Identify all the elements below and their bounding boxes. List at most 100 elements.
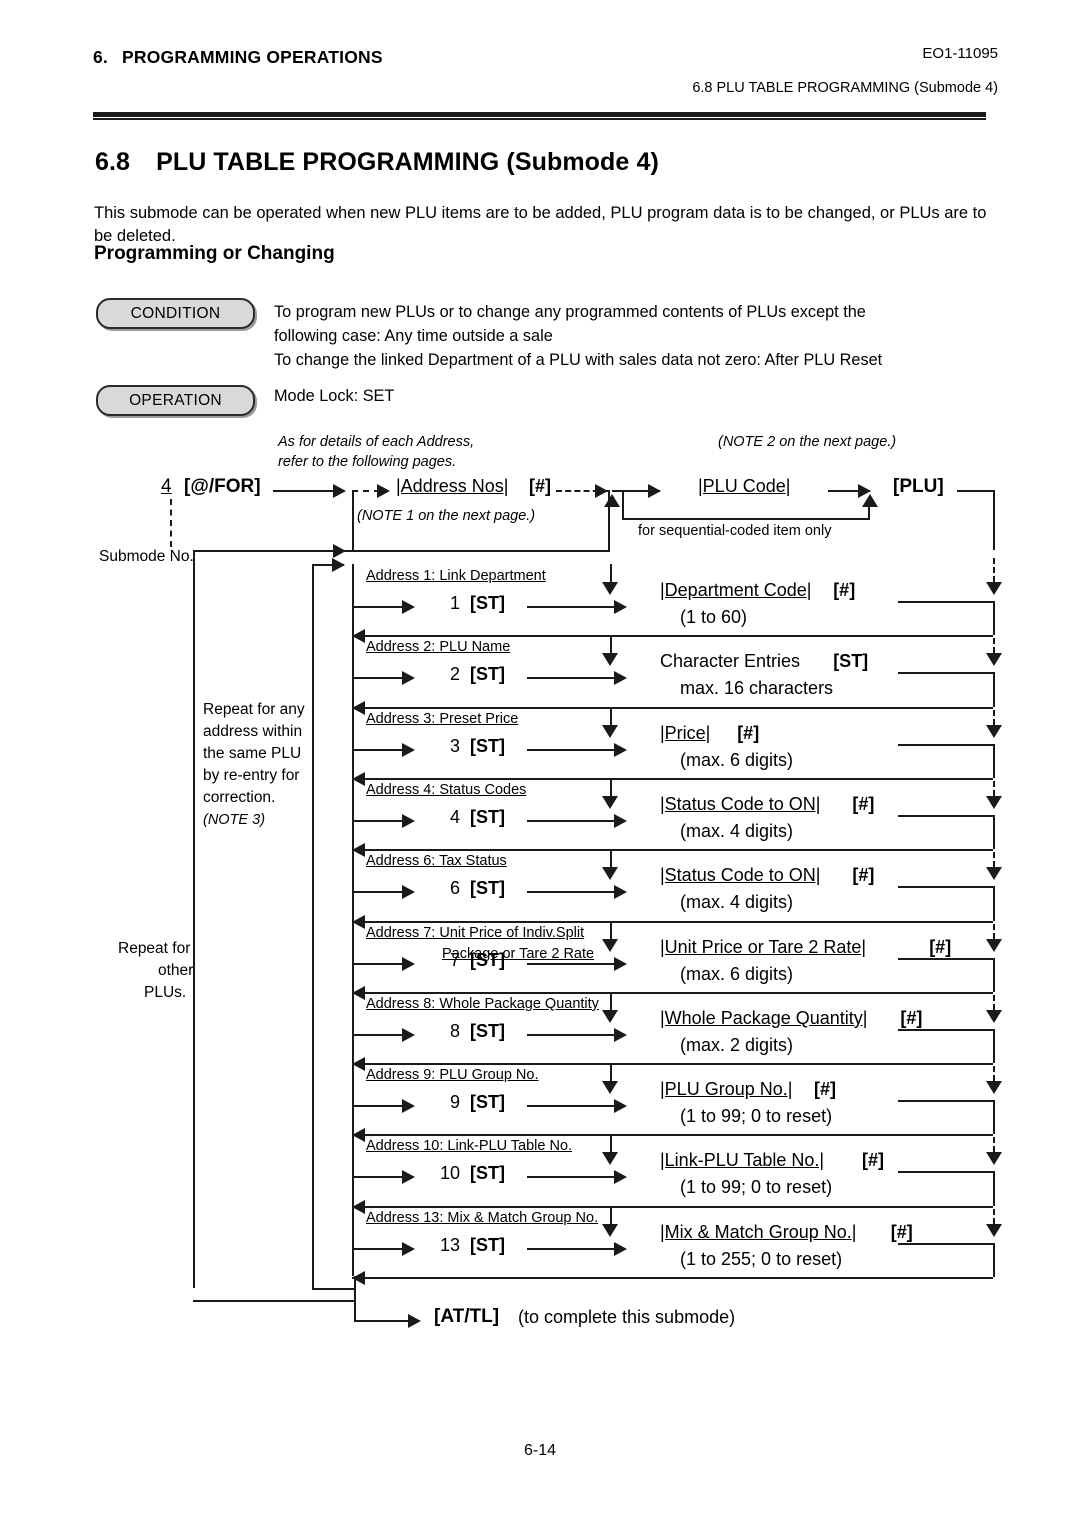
entry-range: (1 to 99; 0 to reset) [680, 1177, 833, 1198]
arrow-down-icon [602, 582, 618, 595]
plu-key: [PLU] [893, 476, 944, 497]
condition-line-1: To program new PLUs or to change any pro… [274, 303, 866, 321]
arrow-down-icon [986, 653, 1002, 667]
arrow-right-icon [614, 600, 627, 614]
arrow-right-icon [614, 671, 627, 686]
arrow-down-icon [986, 582, 1002, 595]
address-label-cont: Package or Tare 2 Rate [442, 945, 595, 962]
right-trunk-segment [993, 1242, 995, 1277]
section-number: 6.8 [95, 148, 131, 176]
row-stub-to-trunk [898, 886, 993, 889]
entry-key: [#] [814, 1079, 836, 1100]
arrow-right-icon [402, 885, 415, 900]
address-number: 7 [450, 949, 461, 970]
entry-key: [#] [833, 580, 856, 600]
address-label: Address 10: Link-PLU Table No. [366, 1138, 573, 1155]
entry-range: (max. 6 digits) [680, 749, 794, 770]
header-rule [93, 112, 986, 117]
plu-repeat-rail-vertical [193, 550, 195, 1288]
arrow-right-icon [332, 558, 345, 572]
right-trunk-dash [993, 1057, 995, 1082]
page-number: 6-14 [523, 1442, 557, 1459]
arrow-right-icon [614, 742, 627, 757]
address-detail-note-line2: refer to the following pages. [278, 454, 457, 470]
row-stub-to-trunk [898, 672, 993, 675]
address-group-left-edge [352, 490, 354, 552]
row-stub-to-trunk [898, 743, 993, 746]
right-trunk-dash [993, 1128, 995, 1153]
condition-line-2: following case: Any time outside a sale [274, 327, 553, 346]
arrow-down-icon [986, 724, 1002, 738]
address-number: 8 [450, 1020, 461, 1041]
arrow-down-icon [602, 1223, 618, 1237]
entry-key: [#] [852, 793, 875, 814]
row-return-rail [352, 991, 993, 994]
address-return-rail [193, 550, 355, 552]
entry-label: |Unit Price or Tare 2 Rate| [660, 936, 867, 957]
arrow-right-icon [402, 813, 415, 828]
entry-range: (max. 4 digits) [680, 820, 794, 841]
arrow-left-icon [352, 1199, 365, 1214]
entry-label: |Whole Package Quantity| [660, 1007, 868, 1028]
arrow-left-icon [352, 1128, 365, 1143]
row-return-rail [352, 1134, 993, 1137]
entry-key: [#] [862, 1150, 884, 1171]
st-key: [ST] [470, 878, 505, 899]
st-key: [ST] [470, 593, 505, 613]
repeat-address-line-5: correction. [203, 789, 276, 806]
manual-page: 6. PROGRAMMING OPERATIONS EO1-11095 6.8 P… [0, 0, 1080, 1525]
repeat-address-line-4: by re-entry for [203, 767, 300, 784]
entry-label: |Status Code to ON| [660, 865, 821, 886]
arrow-right-icon [402, 1027, 415, 1042]
address-number: 10 [440, 1163, 461, 1184]
repeat-plu-line-3: PLUs. [144, 984, 187, 1001]
address-rail-close [312, 1288, 356, 1290]
arrow-left-icon [352, 700, 365, 715]
repeat-address-note3: (NOTE 3) [203, 812, 266, 828]
document-code: EO1-11095 [922, 45, 998, 62]
plu-code-label: |PLU Code| [698, 476, 791, 496]
arrow-down-icon [986, 1009, 1002, 1023]
st-key: [ST] [470, 1163, 505, 1184]
row-divider-vertical [610, 1134, 612, 1153]
entry-key: [ST] [833, 651, 869, 672]
arrow-right-icon [614, 1027, 627, 1042]
repeat-plu-line-1: Repeat for [118, 940, 191, 957]
flow-dash-to-address [352, 490, 380, 492]
running-head: 6.8 PLU TABLE PROGRAMMING (Submode 4) [692, 80, 998, 96]
entry-key: [#] [852, 865, 875, 886]
repeat-address-line-2: address within [203, 723, 303, 740]
arrow-right-icon [614, 813, 627, 828]
attl-riser [354, 1276, 356, 1322]
intro-paragraph: This submode can be operated when new PL… [94, 204, 987, 246]
st-key: [ST] [470, 1234, 505, 1255]
sequential-bypass-left [622, 490, 624, 520]
arrow-left-icon [352, 843, 365, 858]
entry-label: |Price| [660, 722, 711, 743]
row-divider-vertical [610, 920, 612, 939]
address-number: 3 [450, 735, 461, 756]
section-title: PLU TABLE PROGRAMMING (Submode 4) [156, 148, 659, 176]
arrow-down-icon [986, 1223, 1002, 1237]
right-trunk-dash [993, 1199, 995, 1224]
address-number: 2 [450, 664, 461, 685]
row-mid-line [527, 1105, 616, 1108]
address-label: Address 1: Link Department [366, 568, 546, 584]
entry-range: (max. 2 digits) [680, 1034, 794, 1055]
row-stub-to-trunk [898, 957, 993, 960]
operation-badge: OPERATION [96, 385, 255, 416]
right-trunk-dash [993, 700, 995, 725]
address-number: 6 [450, 878, 461, 899]
st-key: [ST] [470, 1092, 505, 1113]
arrow-right-icon [614, 1241, 627, 1256]
arrow-right-icon [377, 484, 390, 498]
address-number: 13 [440, 1234, 461, 1255]
arrow-right-icon [402, 600, 415, 614]
address-label: Address 2: PLU Name [366, 639, 511, 656]
row-stub-to-trunk [898, 1242, 993, 1245]
plu-out-line [957, 490, 995, 492]
header-rule-thin [93, 118, 986, 120]
row-divider-vertical [610, 706, 612, 725]
page-header-left: 6. PROGRAMMING OPERATIONS [93, 47, 383, 68]
arrow-left-icon [352, 914, 365, 929]
